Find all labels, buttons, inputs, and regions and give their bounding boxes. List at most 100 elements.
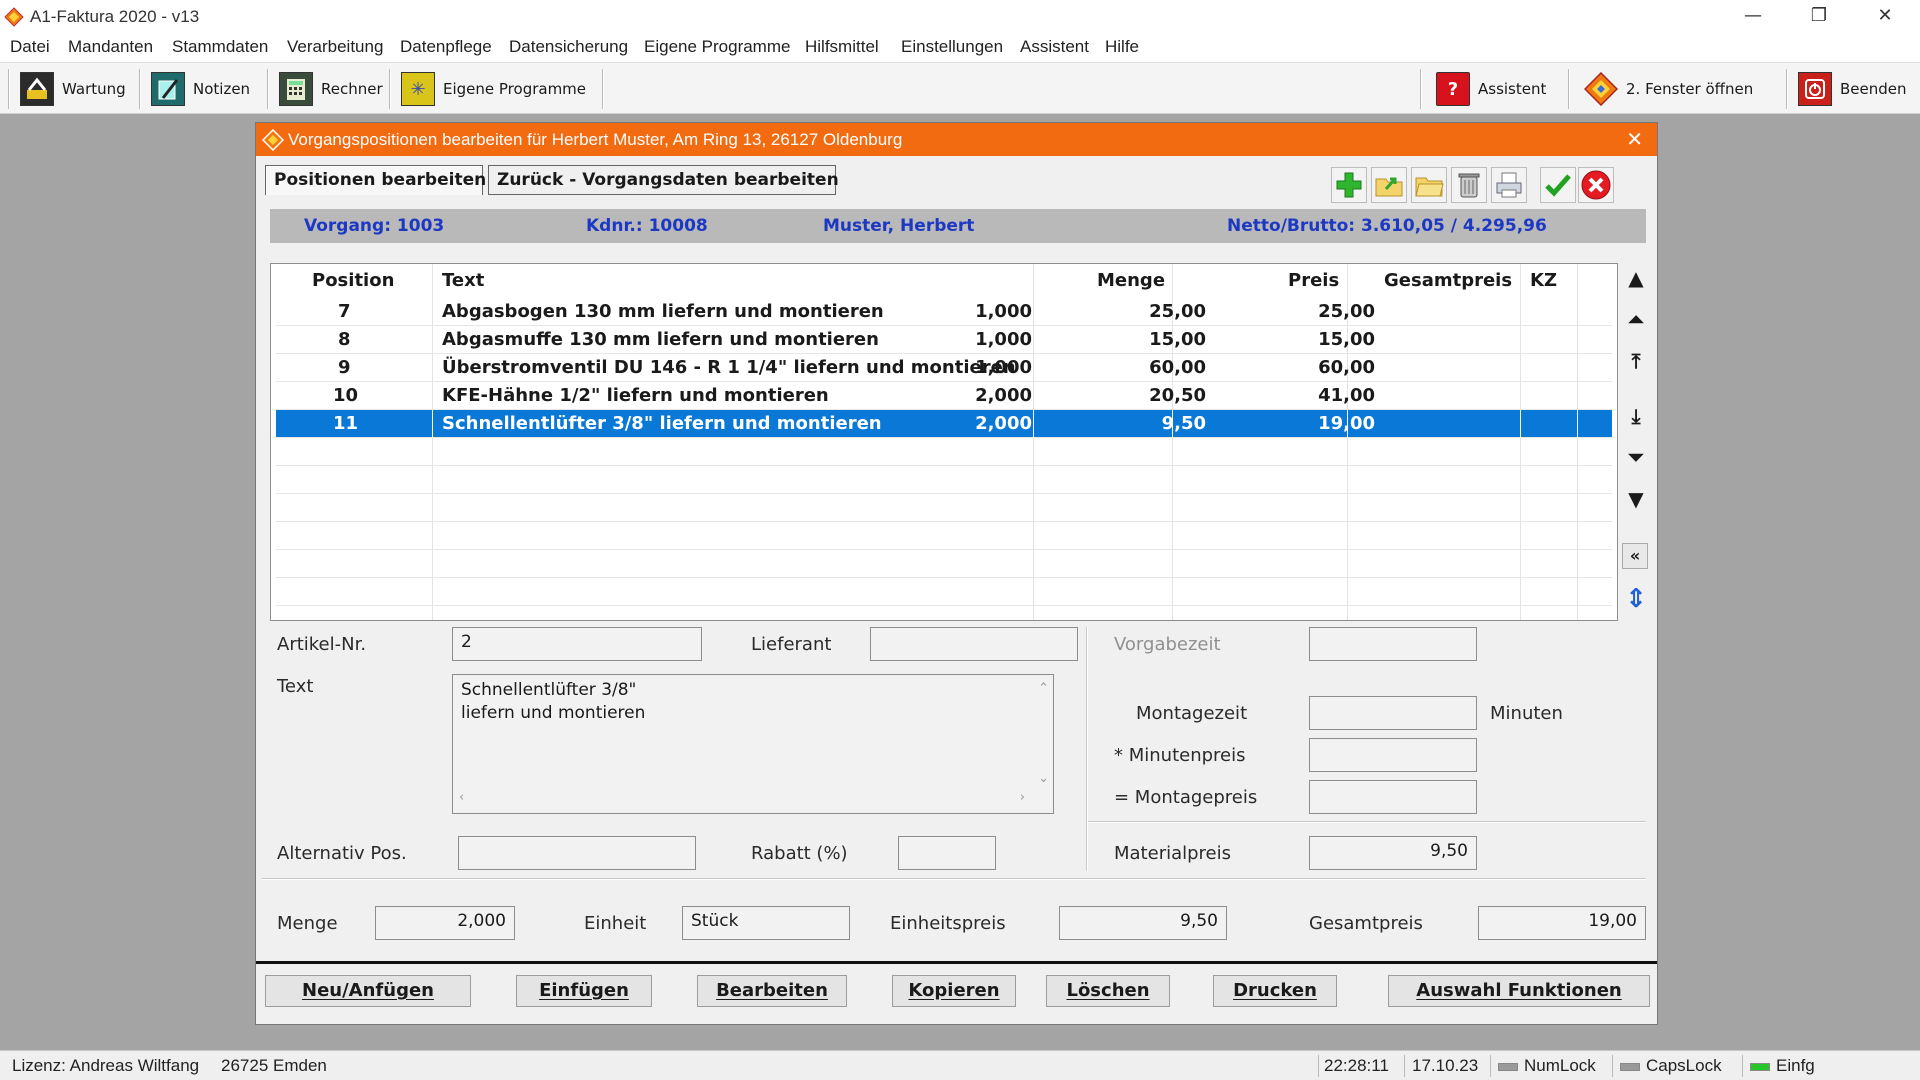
rabatt-input[interactable] (898, 836, 996, 870)
toolbar-separator (389, 69, 391, 109)
tab-positionen[interactable]: Positionen bearbeiten (265, 165, 486, 195)
cancel-x-icon[interactable] (1578, 167, 1614, 203)
menu-hilfsmittel[interactable]: Hilfsmittel (805, 37, 879, 57)
second-window-button[interactable]: 2. Fenster öffnen (1578, 69, 1759, 109)
menu-assistent[interactable]: Assistent (1020, 37, 1089, 57)
trash-icon[interactable] (1451, 167, 1487, 203)
scroll-down-arrow-icon[interactable]: ⌄ (1038, 767, 1049, 790)
montagezeit-input[interactable] (1309, 696, 1477, 730)
horizontal-separator (262, 878, 1646, 880)
header-kz[interactable]: KZ (1530, 270, 1557, 291)
menu-verarbeitung[interactable]: Verarbeitung (287, 37, 383, 57)
notizen-icon (151, 72, 185, 106)
wartung-button[interactable]: Wartung (14, 69, 132, 109)
confirm-check-icon[interactable] (1540, 167, 1576, 203)
montagepreis-input[interactable] (1309, 780, 1477, 814)
auswahl-funktionen-button[interactable]: Auswahl Funktionen (1388, 975, 1650, 1007)
bearbeiten-button[interactable]: Bearbeiten (697, 975, 847, 1007)
beenden-button[interactable]: Beenden (1792, 69, 1913, 109)
einfuegen-button[interactable]: Einfügen (516, 975, 652, 1007)
lieferant-input[interactable] (870, 627, 1078, 661)
loeschen-button[interactable]: Löschen (1046, 975, 1170, 1007)
assistent-button[interactable]: ? Assistent (1430, 69, 1552, 109)
alternativ-label: Alternativ Pos. (277, 843, 407, 864)
minuten-unit: Minuten (1490, 703, 1563, 724)
table-row[interactable]: 9 Überstromventil DU 146 - R 1 1/4" lief… (276, 354, 1612, 382)
scroll-left-arrow-icon[interactable]: ‹ (459, 786, 464, 809)
page-up-icon[interactable]: ⏶ (1622, 305, 1650, 333)
menu-datensicherung[interactable]: Datensicherung (509, 37, 628, 57)
notizen-label: Notizen (193, 80, 251, 98)
header-gesamtpreis[interactable]: Gesamtpreis (1384, 270, 1512, 291)
numlock-indicator-icon (1498, 1062, 1518, 1071)
header-text[interactable]: Text (442, 270, 484, 291)
toolbar-separator (1786, 69, 1788, 109)
scroll-down-icon[interactable]: ▼ (1622, 485, 1650, 513)
minimize-button[interactable]: — (1724, 0, 1782, 34)
restore-button[interactable]: ❐ (1790, 0, 1848, 34)
menu-stammdaten[interactable]: Stammdaten (172, 37, 268, 57)
menu-mandanten[interactable]: Mandanten (68, 37, 153, 57)
materialpreis-input[interactable]: 9,50 (1309, 836, 1477, 870)
status-capslock: CapsLock (1620, 1056, 1722, 1076)
last-record-icon[interactable]: ⤓ (1622, 402, 1650, 430)
einheitspreis-input[interactable]: 9,50 (1059, 906, 1227, 940)
updown-icon[interactable]: ⇕ (1622, 585, 1650, 613)
kopieren-button[interactable]: Kopieren (892, 975, 1016, 1007)
close-button[interactable]: ✕ (1856, 0, 1914, 34)
einheitspreis-label: Einheitspreis (890, 913, 1006, 934)
tab-vorgangsdaten[interactable]: Zurück - Vorgangsdaten bearbeiten (488, 165, 839, 195)
table-row[interactable]: 10 KFE-Hähne 1/2" liefern und montieren … (276, 382, 1612, 410)
cell-text: Schnellentlüfter 3/8" liefern und montie… (442, 413, 882, 434)
capslock-indicator-icon (1620, 1062, 1640, 1071)
status-numlock: NumLock (1498, 1056, 1596, 1076)
page-down-icon[interactable]: ⏷ (1622, 443, 1650, 471)
rechner-button[interactable]: Rechner (273, 69, 389, 109)
app-title: A1-Faktura 2020 - v13 (30, 7, 200, 26)
toolbar-separator (8, 69, 10, 109)
menu-eigene-programme[interactable]: Eigene Programme (644, 37, 790, 57)
artikel-input[interactable]: 2 (452, 627, 702, 661)
scroll-up-icon[interactable]: ▲ (1622, 264, 1650, 292)
text-area[interactable]: Schnellentlüfter 3/8" liefern und montie… (452, 674, 1054, 814)
cell-menge: 1,000 (975, 301, 1032, 322)
table-row-selected[interactable]: 11 Schnellentlüfter 3/8" liefern und mon… (276, 410, 1612, 438)
first-record-icon[interactable]: ⤒ (1622, 347, 1650, 375)
cell-position: 11 (333, 413, 359, 434)
menu-datei[interactable]: Datei (10, 37, 50, 57)
dialog-logo-icon (261, 128, 285, 156)
gesamtpreis-input[interactable]: 19,00 (1478, 906, 1646, 940)
vorgabezeit-input[interactable] (1309, 627, 1477, 661)
vorgang-info: Vorgang: 1003 (304, 216, 445, 236)
second-window-label: 2. Fenster öffnen (1626, 80, 1754, 98)
menu-einstellungen[interactable]: Einstellungen (901, 37, 1003, 57)
einheit-input[interactable]: Stück (682, 906, 850, 940)
alternativ-input[interactable] (458, 836, 696, 870)
cell-preis: 20,50 (1149, 385, 1206, 406)
table-row[interactable]: 7 Abgasbogen 130 mm liefern und montiere… (276, 298, 1612, 326)
menu-bar: Datei Mandanten Stammdaten Verarbeitung … (0, 34, 1920, 62)
drucken-button[interactable]: Drucken (1213, 975, 1337, 1007)
minutenpreis-input[interactable] (1309, 738, 1477, 772)
scroll-right-arrow-icon[interactable]: › (1020, 786, 1025, 809)
dialog-close-icon[interactable]: ✕ (1626, 127, 1643, 152)
menge-input[interactable]: 2,000 (375, 906, 515, 940)
menu-datenpflege[interactable]: Datenpflege (400, 37, 492, 57)
lieferant-label: Lieferant (751, 634, 832, 655)
toolbar-separator (1568, 69, 1570, 109)
open-folder-icon[interactable] (1411, 167, 1447, 203)
cell-menge: 1,000 (975, 329, 1032, 350)
header-menge[interactable]: Menge (1097, 270, 1165, 291)
table-row[interactable]: 8 Abgasmuffe 130 mm liefern und montiere… (276, 326, 1612, 354)
menu-hilfe[interactable]: Hilfe (1105, 37, 1139, 57)
add-icon[interactable] (1331, 167, 1367, 203)
scroll-up-arrow-icon[interactable]: ⌃ (1038, 677, 1049, 700)
neu-anfuegen-button[interactable]: Neu/Anfügen (265, 975, 471, 1007)
eigene-programme-button[interactable]: ✳ Eigene Programme (395, 69, 592, 109)
import-folder-icon[interactable] (1371, 167, 1407, 203)
print-icon[interactable] (1491, 167, 1527, 203)
header-preis[interactable]: Preis (1288, 270, 1339, 291)
header-position[interactable]: Position (312, 270, 394, 291)
collapse-icon[interactable]: « (1622, 543, 1648, 569)
notizen-button[interactable]: Notizen (145, 69, 256, 109)
